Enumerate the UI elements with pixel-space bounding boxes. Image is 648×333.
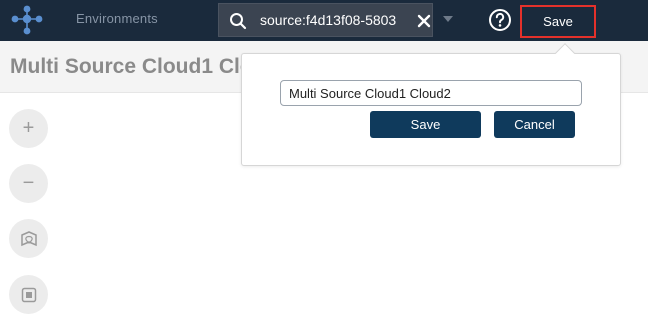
close-icon[interactable] bbox=[416, 13, 432, 29]
name-input[interactable] bbox=[280, 80, 582, 106]
top-navigation-bar: Environments source:f4d13f08-5803 Save bbox=[0, 0, 648, 41]
save-button[interactable]: Save bbox=[524, 9, 592, 34]
plus-icon: + bbox=[22, 117, 35, 139]
dialog-cancel-button[interactable]: Cancel bbox=[494, 111, 575, 138]
fit-center-button[interactable] bbox=[9, 275, 48, 314]
app-logo-icon[interactable] bbox=[9, 4, 45, 36]
center-icon bbox=[21, 287, 36, 302]
chevron-down-icon[interactable] bbox=[442, 14, 454, 24]
save-button-highlight: Save bbox=[520, 5, 596, 38]
search-input[interactable]: source:f4d13f08-5803 bbox=[260, 12, 408, 28]
page-title: Multi Source Cloud1 Cloud2 bbox=[10, 55, 255, 78]
nav-link-environments[interactable]: Environments bbox=[76, 11, 158, 26]
dialog-save-button[interactable]: Save bbox=[370, 111, 481, 138]
question-circle-icon[interactable] bbox=[488, 8, 512, 32]
search-icon bbox=[230, 13, 247, 30]
rename-popover: Save Cancel bbox=[241, 43, 621, 166]
zoom-in-button[interactable]: + bbox=[9, 109, 48, 148]
map-icon bbox=[20, 230, 37, 246]
minus-icon: − bbox=[22, 172, 35, 194]
map-view-button[interactable] bbox=[9, 219, 48, 258]
zoom-out-button[interactable]: − bbox=[9, 164, 48, 203]
search-box[interactable]: source:f4d13f08-5803 bbox=[218, 3, 433, 37]
